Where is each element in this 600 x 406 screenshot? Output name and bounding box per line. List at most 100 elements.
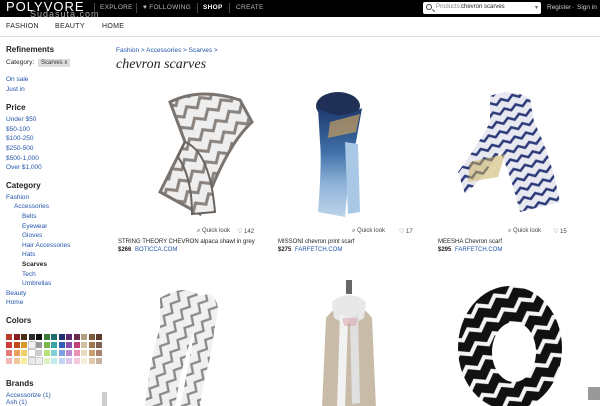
color-swatch[interactable] <box>27 341 36 349</box>
color-swatch[interactable] <box>6 342 12 348</box>
color-swatch[interactable] <box>36 350 42 356</box>
color-swatch[interactable] <box>6 334 12 340</box>
filter-on-sale[interactable]: On sale <box>6 75 106 85</box>
price-option[interactable]: $100-250 <box>6 134 106 144</box>
color-swatch[interactable] <box>66 342 72 348</box>
search-category[interactable]: Products: <box>436 4 461 10</box>
scarves-filter-chip[interactable]: Scarves x <box>38 59 71 67</box>
color-swatch[interactable] <box>43 350 50 356</box>
color-swatch[interactable] <box>28 334 35 340</box>
subnav-beauty[interactable]: BEAUTY <box>55 23 85 30</box>
color-swatch[interactable] <box>27 349 36 357</box>
product-image[interactable] <box>450 82 590 222</box>
price-option[interactable]: $50-100 <box>6 125 106 135</box>
color-swatch[interactable] <box>96 350 102 356</box>
category-item[interactable]: Scarves <box>6 260 106 270</box>
color-swatch[interactable] <box>21 350 27 356</box>
color-swatch[interactable] <box>43 342 50 348</box>
color-swatch[interactable] <box>58 350 65 356</box>
quick-look-button[interactable]: ⌕ Quick look <box>197 228 230 235</box>
color-swatch[interactable] <box>21 342 27 348</box>
color-swatch[interactable] <box>73 350 80 356</box>
color-swatch[interactable] <box>96 358 102 364</box>
search-input[interactable]: chevron scarves <box>461 4 505 10</box>
search-box[interactable]: Products: chevron scarves ▾ <box>423 2 541 14</box>
category-item[interactable]: Gloves <box>6 231 106 241</box>
color-swatch[interactable] <box>36 334 42 340</box>
product-store[interactable]: FARFETCH.COM <box>455 247 502 253</box>
like-button[interactable]: ♡ 15 <box>553 228 567 235</box>
breadcrumb[interactable]: Fashion > Accessories > Scarves > <box>116 47 218 54</box>
category-item[interactable]: Tech <box>6 270 106 280</box>
color-swatch[interactable] <box>81 350 87 356</box>
color-swatch[interactable] <box>27 357 36 365</box>
quick-look-button[interactable]: ⌕ Quick look <box>508 228 541 235</box>
color-swatch[interactable] <box>51 334 57 340</box>
color-swatch[interactable] <box>21 358 27 364</box>
color-swatch[interactable] <box>6 350 12 356</box>
color-swatch[interactable] <box>88 334 95 340</box>
color-swatch[interactable] <box>58 358 65 364</box>
price-option[interactable]: Over $1,000 <box>6 163 106 173</box>
category-item[interactable]: Beauty <box>6 289 106 299</box>
color-swatch[interactable] <box>21 334 27 340</box>
filter-just-in[interactable]: Just in <box>6 85 106 95</box>
color-swatch[interactable] <box>13 342 20 348</box>
price-option[interactable]: Under $50 <box>6 115 106 125</box>
product-name[interactable]: STRING THEORY CHEVRON alpaca shawl in gr… <box>118 239 255 245</box>
color-swatch[interactable] <box>88 358 95 364</box>
chevron-down-icon[interactable]: ▾ <box>535 4 538 11</box>
subnav-fashion[interactable]: FASHION <box>6 23 39 30</box>
color-swatch[interactable] <box>88 342 95 348</box>
color-swatch[interactable] <box>96 334 102 340</box>
product-image[interactable] <box>290 278 430 406</box>
color-swatch[interactable] <box>43 358 50 364</box>
category-item[interactable]: Hats <box>6 250 106 260</box>
category-item[interactable]: Hair Accessories <box>6 241 106 251</box>
color-swatch[interactable] <box>81 334 87 340</box>
category-item[interactable]: Belts <box>6 212 106 222</box>
like-button[interactable]: ♡ 142 <box>237 228 254 235</box>
category-item[interactable]: Home <box>6 298 106 308</box>
brand-option[interactable]: Ash (1) <box>6 399 106 406</box>
color-swatch[interactable] <box>73 358 80 364</box>
product-image[interactable] <box>140 278 280 406</box>
color-swatch[interactable] <box>81 342 87 348</box>
category-item[interactable]: Umbrellas <box>6 279 106 289</box>
price-option[interactable]: $500-1,000 <box>6 154 106 164</box>
color-swatch[interactable] <box>13 358 20 364</box>
nav-following[interactable]: ♥ FOLLOWING <box>143 4 191 11</box>
color-swatch[interactable] <box>36 342 42 348</box>
product-store[interactable]: BOTICCA.COM <box>135 247 177 253</box>
color-swatch[interactable] <box>51 350 57 356</box>
product-store[interactable]: FARFETCH.COM <box>295 247 342 253</box>
color-swatch[interactable] <box>51 342 57 348</box>
brand-option[interactable]: Accessorize (1) <box>6 392 106 399</box>
category-item[interactable]: Fashion <box>6 193 106 203</box>
color-swatch[interactable] <box>58 342 65 348</box>
color-swatch[interactable] <box>66 358 72 364</box>
color-swatch[interactable] <box>58 334 65 340</box>
product-image[interactable] <box>450 278 590 406</box>
color-swatch[interactable] <box>96 342 102 348</box>
category-item[interactable]: Accessories <box>6 202 106 212</box>
product-name[interactable]: MEESHA Chevron scarf <box>438 239 502 245</box>
nav-shop[interactable]: SHOP <box>203 4 223 11</box>
color-swatch[interactable] <box>51 358 57 364</box>
nav-explore[interactable]: EXPLORE <box>100 4 133 11</box>
color-swatch[interactable] <box>66 350 72 356</box>
color-swatch[interactable] <box>88 350 95 356</box>
register-link[interactable]: Register <box>547 4 571 11</box>
brands-scrollbar[interactable] <box>102 392 107 406</box>
color-swatch[interactable] <box>13 334 20 340</box>
quick-look-button[interactable]: ⌕ Quick look <box>352 228 385 235</box>
color-swatch[interactable] <box>73 342 80 348</box>
subnav-home[interactable]: HOME <box>102 23 124 30</box>
color-swatch[interactable] <box>6 358 12 364</box>
product-image[interactable] <box>140 82 280 222</box>
product-name[interactable]: MISSONI chevron print scarf <box>278 239 354 245</box>
signin-link[interactable]: Sign in <box>577 4 597 11</box>
color-swatch[interactable] <box>13 350 20 356</box>
nav-create[interactable]: CREATE <box>236 4 264 11</box>
color-swatch[interactable] <box>66 334 72 340</box>
